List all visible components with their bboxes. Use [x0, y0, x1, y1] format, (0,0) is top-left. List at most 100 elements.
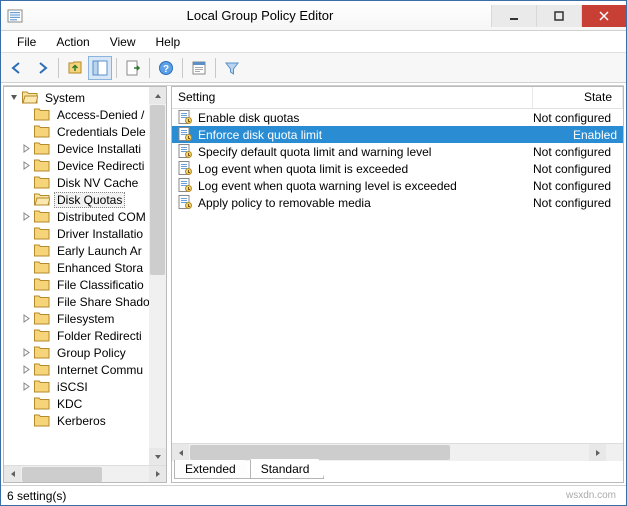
- expand-spacer: [20, 109, 32, 121]
- toolbar-separator: [58, 58, 59, 78]
- tree-label: File Share Shado: [54, 294, 153, 310]
- folder-icon: [34, 108, 50, 121]
- scroll-right-icon[interactable]: [589, 444, 606, 461]
- tree-root-system[interactable]: System: [4, 89, 166, 106]
- tree-horizontal-scrollbar[interactable]: [4, 465, 166, 482]
- close-button[interactable]: [581, 5, 626, 27]
- tree-label: Enhanced Stora: [54, 260, 146, 276]
- tree-item[interactable]: Early Launch Ar: [4, 242, 166, 259]
- tree-vertical-scrollbar[interactable]: [149, 87, 166, 465]
- tab-extended[interactable]: Extended: [174, 460, 251, 479]
- list-row[interactable]: Enable disk quotasNot configured: [172, 109, 623, 126]
- folder-icon: [34, 142, 50, 155]
- scroll-down-icon[interactable]: [149, 448, 166, 465]
- folder-icon: [34, 397, 50, 410]
- list-horizontal-scrollbar[interactable]: [172, 443, 623, 460]
- tree-label: Distributed COM: [54, 209, 149, 225]
- menu-file[interactable]: File: [7, 33, 46, 51]
- setting-state: Not configured: [533, 179, 623, 193]
- expand-spacer: [20, 194, 32, 206]
- tree-item[interactable]: Internet Commu: [4, 361, 166, 378]
- forward-button[interactable]: [30, 56, 54, 80]
- tree-label: File Classificatio: [54, 277, 147, 293]
- scroll-right-icon[interactable]: [149, 466, 166, 483]
- expand-icon[interactable]: [20, 381, 32, 393]
- tree-body[interactable]: System Access-Denied / Credentials Dele …: [4, 87, 166, 465]
- list-row[interactable]: Specify default quota limit and warning …: [172, 143, 623, 160]
- tree-item[interactable]: Filesystem: [4, 310, 166, 327]
- list-row[interactable]: Log event when quota warning level is ex…: [172, 177, 623, 194]
- scroll-thumb[interactable]: [150, 105, 165, 275]
- export-button[interactable]: [121, 56, 145, 80]
- filter-button[interactable]: [220, 56, 244, 80]
- policy-icon: [178, 110, 194, 126]
- tree-item[interactable]: Distributed COM: [4, 208, 166, 225]
- options-button[interactable]: [187, 56, 211, 80]
- setting-state: Not configured: [533, 162, 623, 176]
- folder-icon: [34, 210, 50, 223]
- tree-label: Driver Installatio: [54, 226, 146, 242]
- maximize-button[interactable]: [536, 5, 581, 27]
- scroll-thumb[interactable]: [22, 467, 102, 482]
- column-state[interactable]: State: [533, 87, 623, 108]
- help-button[interactable]: ?: [154, 56, 178, 80]
- folder-icon: [34, 125, 50, 138]
- tree-item[interactable]: Credentials Dele: [4, 123, 166, 140]
- collapse-icon[interactable]: [8, 92, 20, 104]
- folder-icon: [34, 227, 50, 240]
- expand-icon[interactable]: [20, 347, 32, 359]
- tree-item[interactable]: Disk Quotas: [4, 191, 166, 208]
- menu-action[interactable]: Action: [46, 33, 99, 51]
- tab-standard[interactable]: Standard: [250, 459, 325, 479]
- folder-icon: [34, 380, 50, 393]
- tree-item[interactable]: iSCSI: [4, 378, 166, 395]
- folder-icon: [34, 363, 50, 376]
- tree-item[interactable]: Folder Redirecti: [4, 327, 166, 344]
- folder-icon: [34, 176, 50, 189]
- tree-label: Device Installati: [54, 141, 144, 157]
- tree-label: Credentials Dele: [54, 124, 149, 140]
- tree-item[interactable]: Kerberos: [4, 412, 166, 429]
- expand-icon[interactable]: [20, 211, 32, 223]
- toolbar-separator: [182, 58, 183, 78]
- tree-label: Filesystem: [54, 311, 117, 327]
- menu-view[interactable]: View: [100, 33, 146, 51]
- tree-item[interactable]: Access-Denied /: [4, 106, 166, 123]
- details-pane: Setting State Enable disk quotasNot conf…: [171, 86, 624, 483]
- list-header: Setting State: [172, 87, 623, 109]
- toolbar-separator: [149, 58, 150, 78]
- tree-item[interactable]: File Share Shado: [4, 293, 166, 310]
- menu-help[interactable]: Help: [146, 33, 191, 51]
- up-button[interactable]: [63, 56, 87, 80]
- tree-item[interactable]: Driver Installatio: [4, 225, 166, 242]
- expand-icon[interactable]: [20, 143, 32, 155]
- expand-icon[interactable]: [20, 364, 32, 376]
- minimize-button[interactable]: [491, 5, 536, 27]
- scroll-thumb[interactable]: [190, 445, 450, 460]
- tree-item[interactable]: Disk NV Cache: [4, 174, 166, 191]
- list-body[interactable]: Enable disk quotasNot configured Enforce…: [172, 109, 623, 443]
- tree-item[interactable]: Group Policy: [4, 344, 166, 361]
- folder-icon: [34, 159, 50, 172]
- scroll-left-icon[interactable]: [172, 444, 189, 461]
- back-button[interactable]: [5, 56, 29, 80]
- watermark: wsxdn.com: [566, 490, 620, 501]
- scroll-up-icon[interactable]: [149, 87, 166, 104]
- show-hide-tree-button[interactable]: [88, 56, 112, 80]
- expand-icon[interactable]: [20, 160, 32, 172]
- list-row[interactable]: Apply policy to removable mediaNot confi…: [172, 194, 623, 211]
- tree-item[interactable]: Device Redirecti: [4, 157, 166, 174]
- policy-icon: [178, 161, 194, 177]
- tree-item[interactable]: Device Installati: [4, 140, 166, 157]
- tree-item[interactable]: File Classificatio: [4, 276, 166, 293]
- scroll-left-icon[interactable]: [4, 466, 21, 483]
- tree-item[interactable]: Enhanced Stora: [4, 259, 166, 276]
- expand-icon[interactable]: [20, 313, 32, 325]
- folder-icon: [22, 91, 38, 104]
- list-row[interactable]: Log event when quota limit is exceededNo…: [172, 160, 623, 177]
- tree-item[interactable]: KDC: [4, 395, 166, 412]
- column-setting[interactable]: Setting: [172, 87, 533, 108]
- setting-name: Enforce disk quota limit: [198, 128, 533, 142]
- list-row[interactable]: Enforce disk quota limitEnabled: [172, 126, 623, 143]
- folder-icon: [34, 193, 50, 206]
